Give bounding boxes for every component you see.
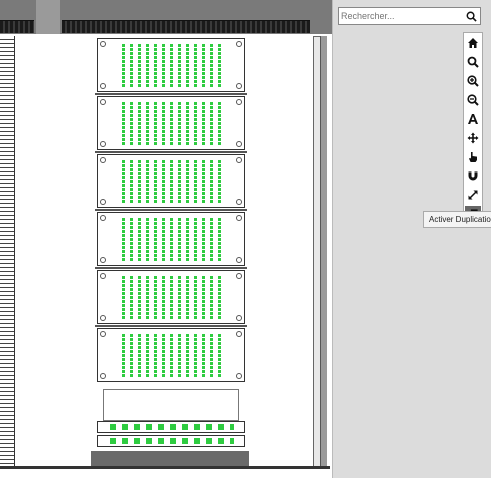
port-grid[interactable] [122,334,222,378]
resize-icon [468,190,478,200]
screw [100,215,106,221]
screw [100,273,106,279]
tooltip: Activer Duplication [423,211,491,228]
patch-panel[interactable] [97,38,245,92]
screw [236,273,242,279]
magnifier-icon [467,56,479,68]
zoom-out-icon [467,94,479,106]
screw [100,99,106,105]
panel-separator [95,209,247,211]
magnet-icon [468,171,478,181]
rack-vent [62,20,310,33]
screw [100,41,106,47]
screw [100,373,106,379]
rack-left-rail [0,36,15,466]
blank-panel[interactable] [103,389,239,421]
patch-panel[interactable] [97,212,245,266]
text-tool-button[interactable] [465,111,481,127]
screw [236,373,242,379]
screw [100,199,106,205]
rack-vent-left [0,20,34,33]
screw [236,99,242,105]
pointer-tool-button[interactable] [465,149,481,165]
search-input[interactable] [341,9,459,23]
screw [236,141,242,147]
tool-palette [463,32,483,228]
screw [236,157,242,163]
rack-top-bar [0,0,332,34]
screw [100,331,106,337]
screw [236,83,242,89]
screw [236,199,242,205]
patch-panel[interactable] [97,96,245,150]
rack-floor-strip [0,469,330,478]
screw [236,315,242,321]
search-icon [466,11,477,22]
search-button[interactable] [463,9,479,23]
rack-canvas[interactable] [0,0,332,478]
rack-base [91,451,249,466]
screw [236,41,242,47]
pointer-hand-icon [469,152,477,162]
port-grid[interactable] [122,102,222,146]
zoom-out-button[interactable] [465,92,481,108]
port-row [110,424,234,430]
patch-panel[interactable] [97,154,245,208]
screw [236,257,242,263]
port-row [110,438,234,444]
search-tool-button[interactable] [465,54,481,70]
panel-separator [95,325,247,327]
home-icon [468,38,478,48]
screw [100,315,106,321]
port-grid[interactable] [122,218,222,262]
panel-separator [95,93,247,95]
screw [100,157,106,163]
screw [100,141,106,147]
screw [236,331,242,337]
panel-separator [95,151,247,153]
move-tool-button[interactable] [465,130,481,146]
zoom-in-button[interactable] [465,73,481,89]
screw [100,83,106,89]
home-button[interactable] [465,35,481,51]
rack-right-edge [320,36,327,466]
patch-panel[interactable] [97,328,245,382]
move-icon [467,132,479,144]
magnet-tool-button[interactable] [465,168,481,184]
panel-separator [95,267,247,269]
port-grid[interactable] [122,44,222,88]
port-grid[interactable] [122,276,222,320]
patch-panel[interactable] [97,270,245,324]
rack-top-notch [36,0,60,34]
text-icon [468,114,478,124]
port-strip[interactable] [97,421,245,433]
screw [100,257,106,263]
port-grid[interactable] [122,160,222,204]
port-strip[interactable] [97,435,245,447]
search-box [338,7,481,25]
resize-tool-button[interactable] [465,187,481,203]
screw [236,215,242,221]
zoom-in-icon [467,75,479,87]
